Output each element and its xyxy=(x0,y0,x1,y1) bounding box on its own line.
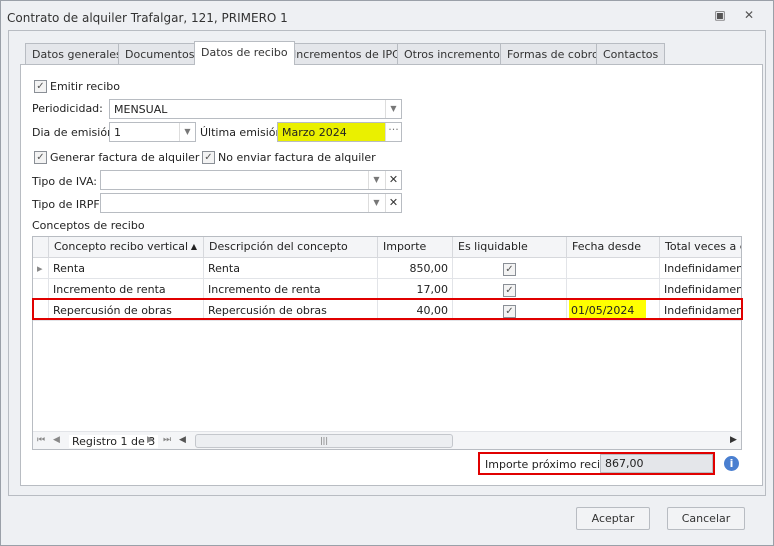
generar-factura-label: Generar factura de alquiler xyxy=(50,151,200,164)
generar-factura-checkbox[interactable]: ✓ xyxy=(34,151,47,164)
tipo-irpf-label: Tipo de IRPF: xyxy=(32,198,103,211)
cell-descripcion[interactable]: Renta xyxy=(204,258,378,279)
emitir-recibo-label: Emitir recibo xyxy=(50,80,120,93)
tipo-irpf-select[interactable] xyxy=(100,193,402,213)
window-title: Contrato de alquiler Trafalgar, 121, PRI… xyxy=(7,11,288,25)
cancelar-button[interactable]: Cancelar xyxy=(667,507,745,530)
row-indicator[interactable] xyxy=(33,279,49,300)
no-enviar-factura-checkbox[interactable]: ✓ xyxy=(202,151,215,164)
cell-fecha[interactable] xyxy=(567,258,660,279)
tab-formas-de-cobro[interactable]: Formas de cobro xyxy=(500,43,606,64)
prev-record-icon[interactable]: ◀ xyxy=(53,435,60,445)
cell-importe[interactable]: 17,00 xyxy=(378,279,453,300)
sort-asc-icon: ▲ xyxy=(190,242,197,251)
cell-liquidable[interactable]: ✓ xyxy=(453,258,567,279)
periodicidad-select[interactable]: MENSUAL xyxy=(109,99,402,119)
conceptos-grid: Concepto recibo vertical ▲ Descripción de… xyxy=(32,236,742,450)
column-label: Concepto recibo vertical xyxy=(54,240,189,253)
scroll-right-icon[interactable]: ▶ xyxy=(730,435,737,445)
tab-otros-incrementos[interactable]: Otros incrementos xyxy=(397,43,513,64)
first-record-icon[interactable]: ⏮ xyxy=(37,435,45,445)
tab-contactos[interactable]: Contactos xyxy=(596,43,666,64)
chevron-down-icon[interactable]: ▼ xyxy=(385,100,401,118)
cell-total[interactable]: Indefinidamente xyxy=(660,279,741,300)
tipo-iva-label: Tipo de IVA: xyxy=(32,175,97,188)
tipo-iva-select[interactable] xyxy=(100,170,402,190)
ultima-emision-label: Última emisión: xyxy=(200,126,287,139)
column-header-descripcion[interactable]: Descripción del concepto xyxy=(204,237,378,258)
tab-datos-generales[interactable]: Datos generales xyxy=(25,43,129,64)
column-header-concepto[interactable]: Concepto recibo vertical ▲ xyxy=(49,237,204,258)
emitir-recibo-checkbox[interactable]: ✓ xyxy=(34,80,47,93)
last-record-icon[interactable]: ⏭ xyxy=(163,435,171,445)
cell-descripcion[interactable]: Incremento de renta xyxy=(204,279,378,300)
row-indicator[interactable]: ▸ xyxy=(33,258,49,279)
scroll-left-icon[interactable]: ◀ xyxy=(179,435,186,445)
periodicidad-value: MENSUAL xyxy=(114,103,168,116)
cell-fecha[interactable] xyxy=(567,279,660,300)
aceptar-button[interactable]: Aceptar xyxy=(576,507,650,530)
horizontal-scrollbar-thumb[interactable]: ||| xyxy=(195,434,453,448)
tab-incrementos-ipc[interactable]: Incrementos de IPC xyxy=(286,43,407,64)
column-header-importe[interactable]: Importe xyxy=(378,237,453,258)
importe-proximo-label: Importe próximo recibo xyxy=(485,458,614,471)
conceptos-label: Conceptos de recibo xyxy=(32,219,145,232)
liquidable-checkbox[interactable]: ✓ xyxy=(503,263,516,276)
clear-icon[interactable]: ✕ xyxy=(385,171,401,189)
restore-icon[interactable]: ▣ xyxy=(712,8,728,24)
importe-proximo-field: 867,00 xyxy=(600,454,713,473)
importe-proximo-box: Importe próximo recibo 867,00 xyxy=(478,452,715,475)
cell-liquidable[interactable]: ✓ xyxy=(453,279,567,300)
dia-emision-label: Dia de emisión: xyxy=(32,126,118,139)
column-header-liquidable[interactable]: Es liquidable xyxy=(453,237,567,258)
column-header-total[interactable]: Total veces a en xyxy=(660,237,741,258)
chevron-down-icon[interactable]: ▼ xyxy=(179,123,195,141)
chevron-down-icon[interactable]: ▼ xyxy=(368,194,384,212)
dia-emision-value: 1 xyxy=(114,126,121,139)
ultima-emision-value: Marzo 2024 xyxy=(282,126,347,139)
highlight-annotation xyxy=(32,298,743,320)
ultima-emision-field[interactable]: Marzo 2024 xyxy=(277,122,402,142)
row-indicator-header xyxy=(33,237,49,258)
info-icon[interactable]: i xyxy=(724,456,739,471)
no-enviar-factura-label: No enviar factura de alquiler xyxy=(218,151,376,164)
grid-navigator: ⏮ ◀ Registro 1 de 3 ▶ ⏭ ◀ ||| ▶ xyxy=(33,431,741,449)
next-record-icon[interactable]: ▶ xyxy=(147,435,154,445)
importe-proximo-value: 867,00 xyxy=(605,457,644,470)
close-icon[interactable]: ✕ xyxy=(741,8,757,24)
liquidable-checkbox[interactable]: ✓ xyxy=(503,284,516,297)
cell-total[interactable]: Indefinidamente xyxy=(660,258,741,279)
tab-datos-de-recibo[interactable]: Datos de recibo xyxy=(194,41,295,65)
cell-importe[interactable]: 850,00 xyxy=(378,258,453,279)
periodicidad-label: Periodicidad: xyxy=(32,102,103,115)
chevron-down-icon[interactable]: ▼ xyxy=(368,171,384,189)
clear-icon[interactable]: ✕ xyxy=(385,194,401,212)
tab-documentos[interactable]: Documentos xyxy=(118,43,202,64)
record-counter: Registro 1 de 3 xyxy=(69,435,159,448)
column-header-fecha[interactable]: Fecha desde xyxy=(567,237,660,258)
cell-concepto[interactable]: Renta xyxy=(49,258,204,279)
ellipsis-button[interactable]: ··· xyxy=(385,123,401,141)
cell-concepto[interactable]: Incremento de renta xyxy=(49,279,204,300)
